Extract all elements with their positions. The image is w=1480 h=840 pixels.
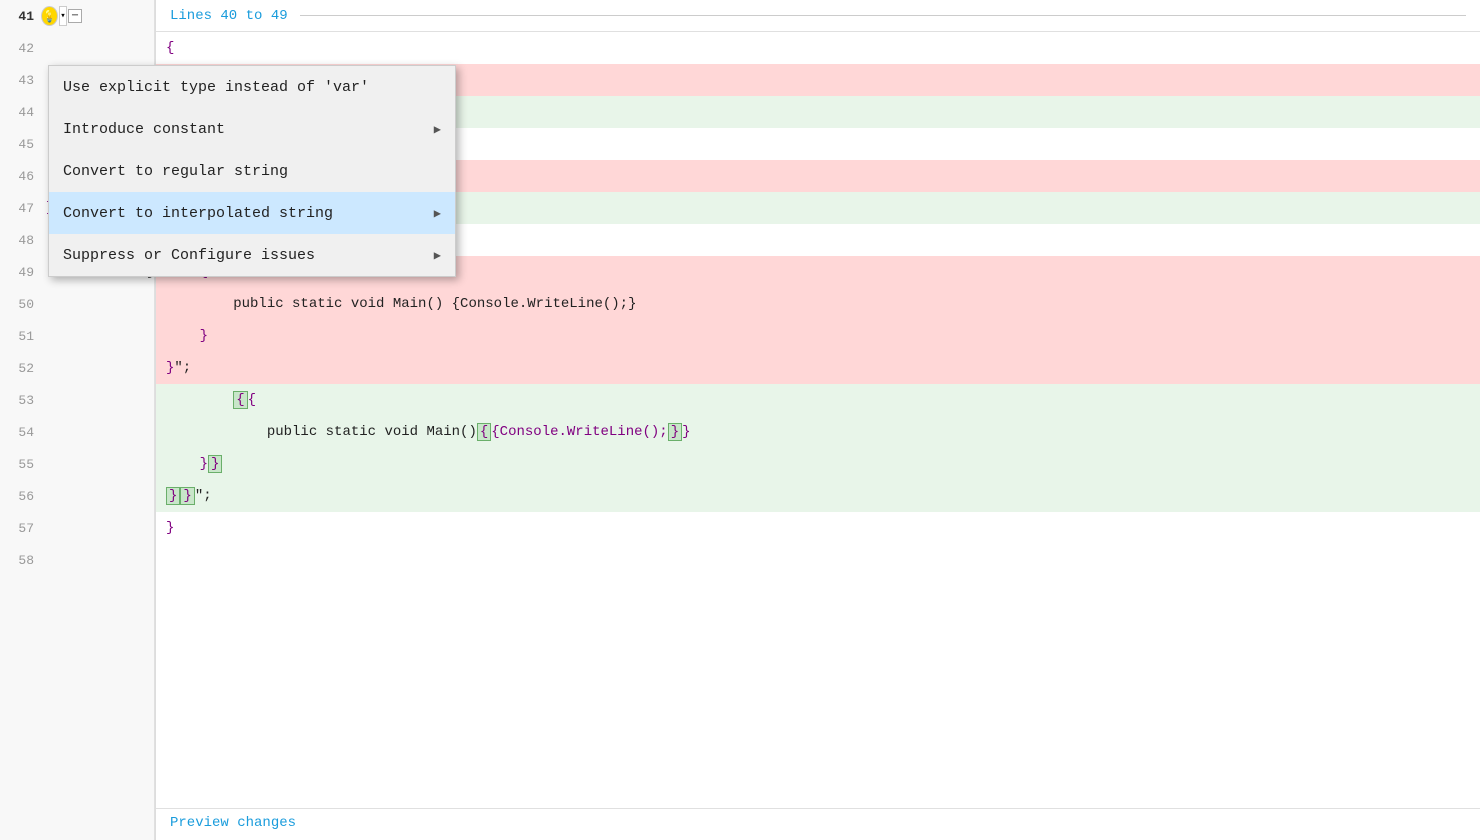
line-row-52: 52	[0, 352, 154, 384]
line-number-56: 56	[4, 489, 42, 504]
line-number-47: 47	[4, 201, 42, 216]
menu-item-convert-interpolated[interactable]: Convert to interpolated string ▶	[49, 192, 455, 234]
code-line-final-brace: }	[156, 512, 1480, 544]
line-number-42: 42	[4, 41, 42, 56]
code-line-brace-open: {	[156, 32, 1480, 64]
line-number-49: 49	[4, 265, 42, 280]
menu-item-introduce-constant[interactable]: Introduce constant ▶	[49, 108, 455, 150]
menu-item-convert-regular-label: Convert to regular string	[63, 163, 288, 180]
added-main-brace-highlight: {	[477, 423, 491, 441]
preview-header: Lines 40 to 49	[156, 0, 1480, 32]
line-number-44: 44	[4, 105, 42, 120]
added-main-brace-2: {Console.WriteLine();	[491, 424, 667, 440]
added-close-str-highlight2: }	[180, 487, 194, 505]
line-number-53: 53	[4, 393, 42, 408]
bulb-area: 💡 ▾	[42, 6, 66, 26]
line-row-42: 42	[0, 32, 154, 64]
line-row-50: 50	[0, 288, 154, 320]
added-inner-brace-highlight: {	[233, 391, 247, 409]
added-close-str-highlight1: }	[166, 487, 180, 505]
line-row-41: 41 💡 ▾ ─	[0, 0, 154, 32]
line-row-55: 55	[0, 448, 154, 480]
collapse-button-41[interactable]: ─	[68, 9, 82, 23]
line-number-48: 48	[4, 233, 42, 248]
code-line-removed-end-brace: }	[156, 320, 1480, 352]
line-number-45: 45	[4, 137, 42, 152]
brace-open: {	[166, 40, 174, 56]
preview-footer[interactable]: Preview changes	[156, 808, 1480, 840]
lightbulb-icon[interactable]: 💡	[41, 6, 58, 26]
line-number-50: 50	[4, 297, 42, 312]
submenu-chevron-suppress: ▶	[434, 248, 441, 263]
added-main-text: public static void Main()	[267, 424, 477, 440]
added-close-quote-semi: ";	[195, 488, 212, 504]
code-line-added-close-double: } }	[156, 448, 1480, 480]
menu-item-convert-regular[interactable]: Convert to regular string	[49, 150, 455, 192]
line-row-53: 53	[0, 384, 154, 416]
line-row-56: 56	[0, 480, 154, 512]
preview-lines-label: Lines 40 to 49	[170, 8, 288, 24]
header-divider	[300, 15, 1466, 16]
code-line-added-close-str: } } ";	[156, 480, 1480, 512]
added-inner-brace-2: {	[248, 392, 256, 408]
menu-item-convert-interpolated-label: Convert to interpolated string	[63, 205, 333, 222]
line-number-41: 41	[4, 9, 42, 24]
context-menu: Use explicit type instead of 'var' Intro…	[48, 65, 456, 277]
code-line-added-main: public static void Main() { {Console.Wri…	[156, 416, 1480, 448]
menu-item-explicit-type-label: Use explicit type instead of 'var'	[63, 79, 369, 96]
line-number-57: 57	[4, 521, 42, 536]
line-number-43: 43	[4, 73, 42, 88]
line-row-57: 57	[0, 512, 154, 544]
editor-container: 41 💡 ▾ ─ 42 43 44 45 46 47	[0, 0, 1480, 840]
submenu-chevron-convert-interpolated: ▶	[434, 206, 441, 221]
added-close-double-highlight: }	[208, 455, 222, 473]
submenu-chevron-introduce-constant: ▶	[434, 122, 441, 137]
menu-item-suppress-configure[interactable]: Suppress or Configure issues ▶	[49, 234, 455, 276]
line-row-54: 54	[0, 416, 154, 448]
line-row-51: 51	[0, 320, 154, 352]
preview-changes-label: Preview changes	[170, 815, 296, 831]
added-main-close-highlight: }	[668, 423, 682, 441]
code-line-removed-main: public static void Main() {Console.Write…	[156, 288, 1480, 320]
line-number-46: 46	[4, 169, 42, 184]
line-number-51: 51	[4, 329, 42, 344]
added-close-double-1: }	[200, 456, 208, 472]
removed-close-str: }	[166, 360, 174, 376]
added-main-close-2: }	[682, 424, 690, 440]
removed-quote-semi: ";	[174, 360, 191, 376]
removed-main-text: public static void Main() {Console.Write…	[233, 296, 636, 312]
menu-item-suppress-configure-label: Suppress or Configure issues	[63, 247, 315, 264]
line-row-58: 58	[0, 544, 154, 576]
bulb-dropdown-arrow[interactable]: ▾	[59, 6, 66, 26]
menu-item-explicit-type[interactable]: Use explicit type instead of 'var'	[49, 66, 455, 108]
menu-item-introduce-constant-label: Introduce constant	[63, 121, 225, 138]
line-number-58: 58	[4, 553, 42, 568]
line-number-55: 55	[4, 457, 42, 472]
line-number-52: 52	[4, 361, 42, 376]
final-brace: }	[166, 520, 174, 536]
removed-end-brace: }	[200, 328, 208, 344]
line-number-54: 54	[4, 425, 42, 440]
code-line-removed-close-str: } ";	[156, 352, 1480, 384]
code-line-added-inner-brace: { {	[156, 384, 1480, 416]
